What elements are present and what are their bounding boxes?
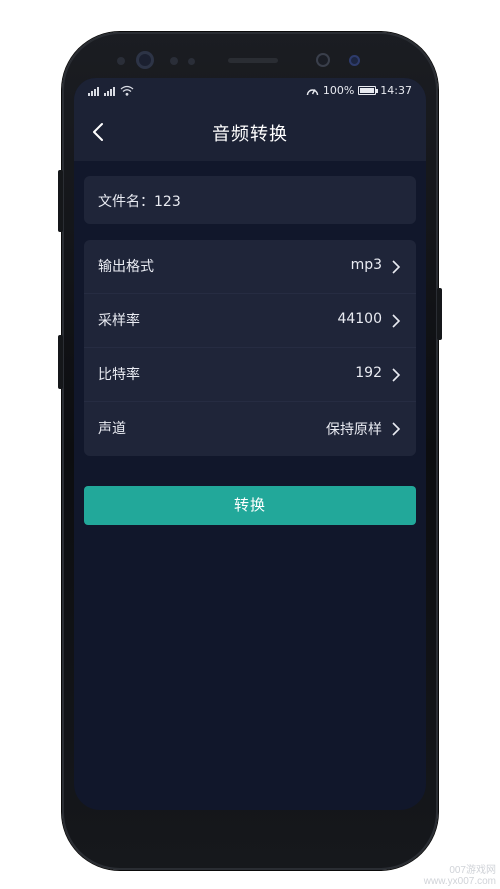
setting-value: mp3: [350, 257, 382, 273]
chevron-right-icon: [392, 422, 401, 436]
setting-value: 44100: [337, 311, 382, 327]
setting-row-bit-rate[interactable]: 比特率 192: [84, 348, 416, 402]
clock: 14:37: [380, 84, 412, 97]
setting-label: 输出格式: [98, 259, 154, 275]
cell-signal-2-icon: [104, 86, 115, 96]
page-title: 音频转换: [212, 124, 288, 145]
battery-percent: 100%: [322, 84, 355, 97]
watermark: 007游戏网 www.yx007.com: [424, 865, 496, 887]
status-left: [88, 84, 134, 96]
speedometer-icon: [306, 88, 319, 95]
sensor-icon: [170, 57, 178, 65]
setting-label: 比特率: [98, 367, 140, 383]
setting-value: 192: [355, 365, 382, 381]
convert-button[interactable]: 转换: [84, 486, 416, 525]
volume-up-button: [58, 170, 63, 232]
front-camera-icon: [316, 53, 330, 67]
nav-bar: 音频转换: [74, 103, 426, 161]
status-right: 100% 14:37: [306, 84, 412, 97]
settings-card: 输出格式 mp3 采样率 44100 比特率 192 声道 保持原样: [84, 240, 416, 456]
setting-label: 声道: [98, 421, 126, 437]
front-camera-lens-icon: [349, 55, 360, 66]
sensor-icon: [188, 58, 195, 65]
cell-signal-icon: [88, 86, 99, 96]
setting-label: 采样率: [98, 313, 140, 329]
battery-icon: [358, 86, 379, 95]
filename-label: 文件名：123: [98, 194, 181, 210]
chevron-right-icon: [392, 260, 401, 274]
power-button: [437, 288, 442, 340]
chevron-right-icon: [392, 314, 401, 328]
volume-down-button: [58, 335, 63, 389]
earpiece-speaker: [228, 58, 278, 63]
setting-row-sample-rate[interactable]: 采样率 44100: [84, 294, 416, 348]
setting-row-channel[interactable]: 声道 保持原样: [84, 402, 416, 456]
app-screen: 100% 14:37 音频转换 文件名：123 输出格式 mp3 采样率 441…: [74, 78, 426, 810]
watermark-line1: 007游戏网: [449, 865, 496, 876]
filename-card[interactable]: 文件名：123: [84, 176, 416, 224]
chevron-right-icon: [392, 368, 401, 382]
sensor-icon: [117, 57, 125, 65]
setting-row-output-format[interactable]: 输出格式 mp3: [84, 240, 416, 294]
setting-value: 保持原样: [326, 422, 382, 438]
status-bar: 100% 14:37: [74, 78, 426, 103]
watermark-line2: www.yx007.com: [423, 876, 496, 887]
wifi-icon: [120, 85, 134, 96]
iris-scanner-icon: [136, 51, 154, 69]
